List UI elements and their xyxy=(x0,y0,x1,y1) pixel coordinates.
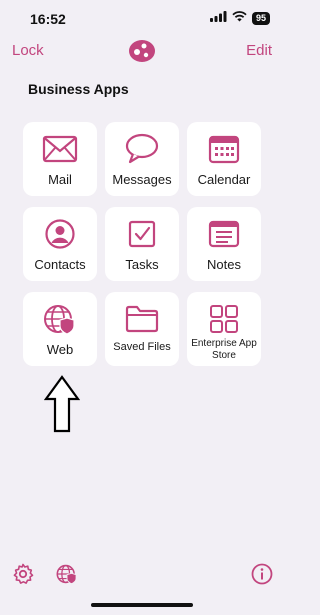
signal-icon xyxy=(209,9,227,27)
info-icon[interactable] xyxy=(251,563,273,585)
app-tile-contacts[interactable]: Contacts xyxy=(23,207,97,281)
web-globe-shield-icon[interactable] xyxy=(56,563,78,585)
status-time: 16:52 xyxy=(30,11,66,27)
app-tile-notes[interactable]: Notes xyxy=(187,207,261,281)
home-indicator[interactable] xyxy=(91,603,193,607)
app-label: Calendar xyxy=(197,172,251,187)
mail-icon xyxy=(42,132,78,166)
app-label: Tasks xyxy=(125,257,159,272)
app-label: Notes xyxy=(207,257,241,272)
app-tile-web[interactable]: Web xyxy=(23,292,97,366)
status-indicators: 95 xyxy=(209,9,270,27)
nav-bar: Lock Edit xyxy=(0,32,284,68)
app-label: Saved Files xyxy=(113,341,171,353)
app-label: Mail xyxy=(48,172,72,187)
app-label: Messages xyxy=(112,172,172,187)
status-bar: 16:52 95 xyxy=(0,0,284,36)
up-arrow-icon xyxy=(44,375,80,433)
notes-icon xyxy=(208,217,240,251)
app-label: Enterprise App Store xyxy=(191,338,257,361)
lock-button[interactable]: Lock xyxy=(12,42,44,59)
contacts-icon xyxy=(44,217,76,251)
wifi-icon xyxy=(232,9,247,27)
section-title: Business Apps xyxy=(28,81,129,97)
app-label: Web xyxy=(46,342,74,357)
web-globe-shield-icon xyxy=(43,302,77,336)
battery-indicator: 95 xyxy=(251,11,270,25)
calendar-icon xyxy=(208,132,240,166)
app-tile-mail[interactable]: Mail xyxy=(23,122,97,196)
folder-icon xyxy=(124,302,160,336)
edit-button[interactable]: Edit xyxy=(246,42,272,59)
app-grid-icon xyxy=(209,302,239,336)
app-logo-icon xyxy=(127,36,157,64)
app-tile-messages[interactable]: Messages xyxy=(105,122,179,196)
app-tile-tasks[interactable]: Tasks xyxy=(105,207,179,281)
app-tile-calendar[interactable]: Calendar xyxy=(187,122,261,196)
app-label: Contacts xyxy=(34,257,86,272)
app-grid: Mail Messages Calendar Contacts Tasks No… xyxy=(23,122,261,366)
app-tile-saved-files[interactable]: Saved Files xyxy=(105,292,179,366)
app-tile-enterprise-app-store[interactable]: Enterprise App Store xyxy=(187,292,261,366)
settings-gear-icon[interactable] xyxy=(12,563,34,585)
tasks-icon xyxy=(127,217,157,251)
messages-icon xyxy=(124,132,160,166)
